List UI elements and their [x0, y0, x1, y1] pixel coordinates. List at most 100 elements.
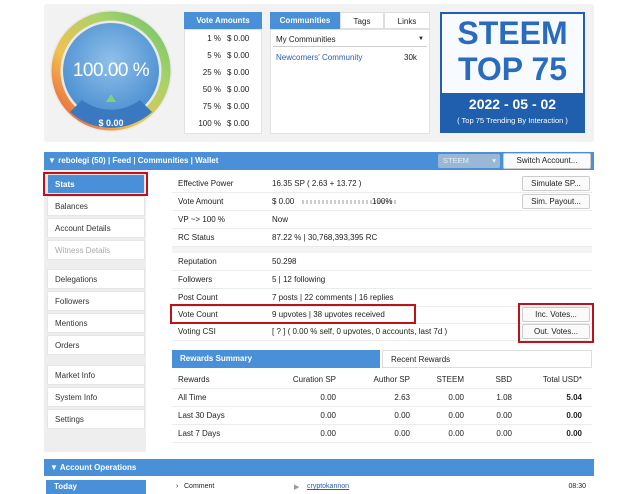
community-link[interactable]: Newcomers' Community	[276, 53, 362, 62]
sidebar-item-delegations[interactable]: Delegations	[47, 269, 145, 289]
stat-label: RC Status	[178, 233, 215, 242]
highlight-box	[170, 304, 416, 324]
vote-pct: 75 %	[202, 102, 221, 111]
communities-link[interactable]: Communities	[138, 156, 189, 165]
collapse-triangle-icon[interactable]: ▼	[48, 156, 56, 165]
stat-label: Voting CSI	[178, 327, 216, 336]
stat-value: [ ? ] ( 0.00 % self, 0 upvotes, 0 accoun…	[272, 327, 448, 336]
sidebar-item-orders[interactable]: Orders	[47, 335, 145, 355]
table-cell: 1.08	[496, 393, 512, 402]
simulate-sp-button[interactable]: Simulate SP...	[522, 176, 590, 191]
vote-pct: 25 %	[202, 68, 221, 77]
vote-pct: 1 %	[207, 34, 221, 43]
sidebar-item-account-details[interactable]: Account Details	[47, 218, 145, 238]
stat-row-rc-status: RC Status 87.22 % | 30,768,393,395 RC	[172, 229, 592, 247]
highlight-box	[518, 303, 594, 343]
vote-amount-row: 100 % $ 0.00	[185, 115, 261, 132]
sidebar-item-balances[interactable]: Balances	[47, 196, 145, 216]
wallet-link[interactable]: Wallet	[195, 156, 218, 165]
table-cell: 0.00	[496, 429, 512, 438]
vote-value: $ 0.00	[227, 34, 250, 43]
table-cell: 0.00	[448, 393, 464, 402]
table-row: All Time 0.00 2.63 0.00 1.08 5.04	[172, 389, 592, 407]
operation-user-link[interactable]: cryptokannon	[307, 483, 349, 490]
rewards-header-row: Rewards Curation SP Author SP STEEM SBD …	[172, 371, 592, 389]
table-cell: 0.00	[394, 411, 410, 420]
vote-amount-row: 75 % $ 0.00	[185, 98, 261, 115]
stat-label: Reputation	[178, 257, 217, 266]
banner-caption: ( Top 75 Trending By Interaction )	[457, 116, 568, 125]
switch-account-button[interactable]: Switch Account...	[503, 153, 591, 169]
table-cell: Last 7 Days	[178, 429, 221, 438]
column-header: SBD	[495, 375, 512, 384]
tab-rewards-summary[interactable]: Rewards Summary	[172, 350, 380, 368]
sidebar-item-mentions[interactable]: Mentions	[47, 313, 145, 333]
operation-time: 08:30	[568, 483, 586, 490]
vote-pct: 100 %	[198, 119, 221, 128]
expand-icon[interactable]: ›	[176, 483, 178, 490]
stat-value: 50.298	[272, 257, 297, 266]
community-count: 30k	[404, 53, 417, 62]
sidebar-item-followers[interactable]: Followers	[47, 291, 145, 311]
table-cell: 0.00	[448, 411, 464, 420]
vote-value: $ 0.00	[227, 119, 250, 128]
vote-amounts-header: Vote Amounts	[184, 12, 262, 29]
vote-amount-row: 25 % $ 0.00	[185, 64, 261, 81]
user-bar-links: ▼ rebolegi (50) | Feed | Communities | W…	[48, 156, 219, 165]
vote-weight-value: 100%	[372, 197, 393, 206]
column-header: STEEM	[436, 375, 464, 384]
table-row: Last 30 Days 0.00 0.00 0.00 0.00 0.00	[172, 407, 592, 425]
stat-row-vp: VP ~> 100 % Now	[172, 211, 592, 229]
tab-recent-rewards[interactable]: Recent Rewards	[382, 350, 592, 368]
stat-label: Effective Power	[178, 179, 234, 188]
banner-date: 2022 - 05 - 02	[468, 96, 557, 112]
sidebar-item-system-info[interactable]: System Info	[47, 387, 145, 407]
sim-payout-button[interactable]: Sim. Payout...	[522, 194, 590, 209]
stat-row-reputation: Reputation 50.298	[172, 253, 592, 271]
tab-links[interactable]: Links	[384, 12, 430, 29]
stat-value: 5 | 12 following	[272, 275, 326, 284]
column-header: Total USD*	[542, 375, 582, 384]
account-operations-header: ▼ Account Operations	[50, 459, 136, 476]
sidebar-item-witness-details: Witness Details	[47, 240, 145, 260]
vote-amounts-table: 1 % $ 0.00 5 % $ 0.00 25 % $ 0.00 50 % $ 0.0…	[184, 29, 262, 134]
stat-label: Followers	[178, 275, 213, 284]
stat-row-vote-amount: Vote Amount $ 0.00 100% Sim. Payout...	[172, 193, 592, 211]
table-cell: 0.00	[496, 411, 512, 420]
table-cell: 0.00	[320, 411, 336, 420]
table-cell: 0.00	[394, 429, 410, 438]
communities-select[interactable]: My Communities ▼	[273, 32, 427, 47]
vote-amount-row: 1 % $ 0.00	[185, 30, 261, 47]
dropdown-arrow-icon: ▼	[418, 36, 424, 42]
token-select[interactable]: STEEM ▾	[438, 154, 500, 168]
banner-subtitle: TOP 75	[457, 51, 568, 87]
sidebar-item-settings[interactable]: Settings	[47, 409, 145, 429]
stat-value: 16.35 SP ( 2.63 + 13.72 )	[272, 179, 362, 188]
table-cell: Last 30 Days	[178, 411, 225, 420]
collapse-triangle-icon[interactable]: ▼	[50, 463, 58, 472]
feed-link[interactable]: Feed	[112, 156, 131, 165]
sidebar-item-market-info[interactable]: Market Info	[47, 365, 145, 385]
communities-select-value: My Communities	[276, 35, 336, 44]
column-header: Curation SP	[292, 375, 336, 384]
account-operations-title: Account Operations	[59, 463, 137, 472]
dropdown-arrow-icon: ▾	[492, 156, 496, 165]
vote-value: $ 0.00	[227, 85, 250, 94]
tab-communities[interactable]: Communities	[270, 12, 340, 29]
play-icon: ▶	[294, 484, 300, 491]
table-row: Last 7 Days 0.00 0.00 0.00 0.00 0.00	[172, 425, 592, 443]
tab-tags[interactable]: Tags	[340, 12, 384, 29]
vote-value: $ 0.00	[227, 68, 250, 77]
table-cell: 0.00	[320, 393, 336, 402]
table-cell: 0.00	[320, 429, 336, 438]
username[interactable]: rebolegi (50)	[58, 156, 106, 165]
table-cell: All Time	[178, 393, 207, 402]
stat-value: Now	[272, 215, 289, 224]
column-header: Rewards	[178, 375, 210, 384]
voting-power-value: $ 0.00	[98, 118, 124, 128]
table-cell: 0.00	[448, 429, 464, 438]
stat-value: $ 0.00	[272, 197, 295, 206]
stat-value: 87.22 % | 30,768,393,395 RC	[272, 233, 378, 242]
vote-value: $ 0.00	[227, 102, 250, 111]
vote-pct: 50 %	[202, 85, 221, 94]
